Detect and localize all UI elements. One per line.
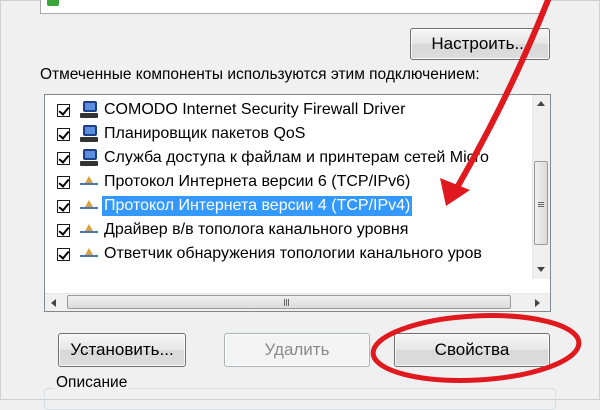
grip-icon [538,202,544,203]
protocol-icon [78,196,100,216]
install-button[interactable]: Установить... [58,333,186,367]
vertical-scroll-thumb[interactable] [534,161,548,245]
checkbox[interactable] [57,223,70,237]
checkbox[interactable] [57,127,70,141]
list-item-label: Протокол Интернета версии 4 (TCP/IPv4) [102,196,413,216]
scroll-down-arrow-icon[interactable] [537,267,545,272]
network-adapter-icon [78,100,100,120]
list-item-label: Служба доступа к файлам и принтерам сете… [104,149,489,166]
list-item-label: Ответчик обнаружения топологии канальног… [104,245,482,262]
properties-button[interactable]: Свойства [394,333,550,367]
horizontal-scroll-thumb[interactable] [67,295,511,309]
network-adapter-icon [78,124,100,144]
list-item-label: COMODO Internet Security Firewall Driver [104,101,406,118]
scroll-right-arrow-icon[interactable] [535,299,540,307]
checkbox[interactable] [57,103,70,117]
protocol-icon [78,220,100,240]
list-item-label: Драйвер в/в тополога канального уровня [104,221,409,238]
list-item[interactable]: Ответчик обнаружения топологии канальног… [45,242,484,266]
list-item[interactable]: Планировщик пакетов QoS [45,122,307,146]
adapter-icon [47,0,59,6]
checkbox[interactable] [57,151,70,165]
vertical-scrollbar[interactable] [532,95,550,279]
list-item[interactable]: COMODO Internet Security Firewall Driver [45,98,407,122]
components-list[interactable]: COMODO Internet Security Firewall Driver… [44,94,551,312]
checkbox[interactable] [57,247,70,261]
list-item[interactable]: Служба доступа к файлам и принтерам сете… [45,146,491,170]
protocol-icon [78,172,100,192]
configure-button[interactable]: Настроить... [410,28,550,60]
checkbox[interactable] [57,175,70,189]
description-label: Описание [54,374,130,392]
list-item[interactable]: Драйвер в/в тополога канального уровня [45,218,410,242]
list-item-label: Планировщик пакетов QoS [104,125,306,142]
scroll-left-arrow-icon[interactable] [51,299,56,307]
protocol-icon [78,244,100,264]
network-adapter-icon [78,148,100,168]
scroll-up-arrow-icon[interactable] [537,101,545,106]
checkbox[interactable] [57,199,70,213]
list-item[interactable]: Протокол Интернета версии 6 (TCP/IPv6) [45,170,412,194]
list-item-label: Протокол Интернета версии 6 (TCP/IPv6) [104,173,411,190]
list-item-selected[interactable]: Протокол Интернета версии 4 (TCP/IPv4) [45,194,413,218]
components-caption: Отмеченные компоненты используются этим … [40,66,480,83]
grip-icon [284,299,285,306]
remove-button[interactable]: Удалить [224,333,370,367]
horizontal-scrollbar[interactable] [45,293,550,311]
adapter-field [40,0,546,14]
